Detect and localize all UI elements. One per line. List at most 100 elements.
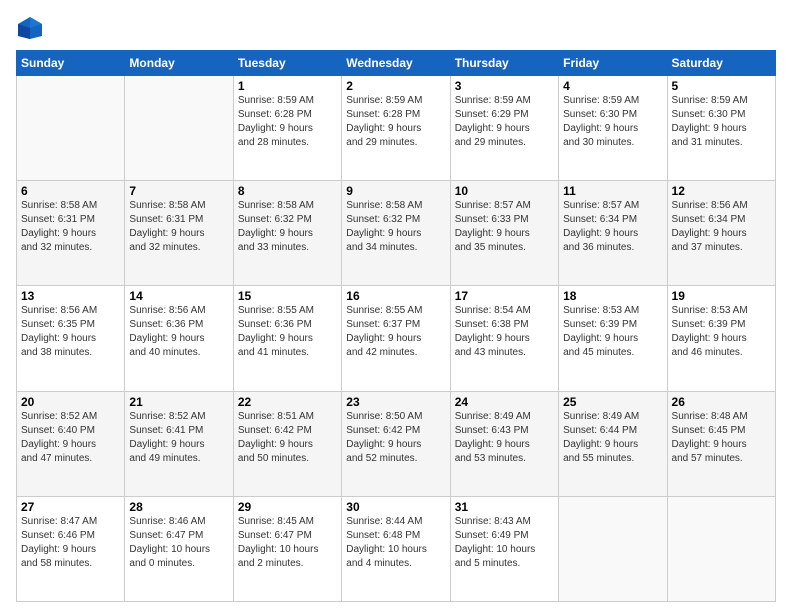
calendar-cell: 15Sunrise: 8:55 AM Sunset: 6:36 PM Dayli…	[233, 286, 341, 391]
day-number: 23	[346, 395, 445, 409]
day-info: Sunrise: 8:59 AM Sunset: 6:28 PM Dayligh…	[346, 94, 445, 150]
calendar-cell: 20Sunrise: 8:52 AM Sunset: 6:40 PM Dayli…	[17, 391, 125, 496]
calendar-cell	[125, 76, 233, 181]
day-number: 9	[346, 184, 445, 198]
calendar-week-3: 20Sunrise: 8:52 AM Sunset: 6:40 PM Dayli…	[17, 391, 776, 496]
day-number: 20	[21, 395, 120, 409]
day-number: 2	[346, 79, 445, 93]
header	[16, 14, 776, 42]
day-number: 19	[672, 289, 771, 303]
day-info: Sunrise: 8:58 AM Sunset: 6:31 PM Dayligh…	[129, 199, 228, 255]
calendar-dow-saturday: Saturday	[667, 51, 775, 76]
calendar-cell: 3Sunrise: 8:59 AM Sunset: 6:29 PM Daylig…	[450, 76, 558, 181]
day-number: 3	[455, 79, 554, 93]
day-info: Sunrise: 8:48 AM Sunset: 6:45 PM Dayligh…	[672, 410, 771, 466]
day-info: Sunrise: 8:53 AM Sunset: 6:39 PM Dayligh…	[563, 304, 662, 360]
day-info: Sunrise: 8:57 AM Sunset: 6:34 PM Dayligh…	[563, 199, 662, 255]
calendar-cell	[559, 496, 667, 601]
day-info: Sunrise: 8:59 AM Sunset: 6:30 PM Dayligh…	[672, 94, 771, 150]
calendar-cell: 13Sunrise: 8:56 AM Sunset: 6:35 PM Dayli…	[17, 286, 125, 391]
calendar-cell: 21Sunrise: 8:52 AM Sunset: 6:41 PM Dayli…	[125, 391, 233, 496]
calendar-cell: 31Sunrise: 8:43 AM Sunset: 6:49 PM Dayli…	[450, 496, 558, 601]
calendar-cell: 16Sunrise: 8:55 AM Sunset: 6:37 PM Dayli…	[342, 286, 450, 391]
day-info: Sunrise: 8:50 AM Sunset: 6:42 PM Dayligh…	[346, 410, 445, 466]
day-info: Sunrise: 8:53 AM Sunset: 6:39 PM Dayligh…	[672, 304, 771, 360]
day-info: Sunrise: 8:45 AM Sunset: 6:47 PM Dayligh…	[238, 515, 337, 571]
calendar-cell: 2Sunrise: 8:59 AM Sunset: 6:28 PM Daylig…	[342, 76, 450, 181]
calendar-cell: 5Sunrise: 8:59 AM Sunset: 6:30 PM Daylig…	[667, 76, 775, 181]
day-number: 22	[238, 395, 337, 409]
day-number: 30	[346, 500, 445, 514]
day-info: Sunrise: 8:44 AM Sunset: 6:48 PM Dayligh…	[346, 515, 445, 571]
day-info: Sunrise: 8:49 AM Sunset: 6:43 PM Dayligh…	[455, 410, 554, 466]
day-number: 24	[455, 395, 554, 409]
calendar-cell: 26Sunrise: 8:48 AM Sunset: 6:45 PM Dayli…	[667, 391, 775, 496]
calendar-dow-thursday: Thursday	[450, 51, 558, 76]
calendar-dow-monday: Monday	[125, 51, 233, 76]
calendar-dow-friday: Friday	[559, 51, 667, 76]
day-number: 1	[238, 79, 337, 93]
calendar-cell: 7Sunrise: 8:58 AM Sunset: 6:31 PM Daylig…	[125, 181, 233, 286]
calendar-cell: 22Sunrise: 8:51 AM Sunset: 6:42 PM Dayli…	[233, 391, 341, 496]
day-number: 12	[672, 184, 771, 198]
day-info: Sunrise: 8:58 AM Sunset: 6:31 PM Dayligh…	[21, 199, 120, 255]
day-number: 25	[563, 395, 662, 409]
day-number: 10	[455, 184, 554, 198]
calendar-dow-tuesday: Tuesday	[233, 51, 341, 76]
day-number: 11	[563, 184, 662, 198]
day-info: Sunrise: 8:54 AM Sunset: 6:38 PM Dayligh…	[455, 304, 554, 360]
day-number: 27	[21, 500, 120, 514]
calendar-cell: 24Sunrise: 8:49 AM Sunset: 6:43 PM Dayli…	[450, 391, 558, 496]
calendar-cell: 28Sunrise: 8:46 AM Sunset: 6:47 PM Dayli…	[125, 496, 233, 601]
calendar-cell: 27Sunrise: 8:47 AM Sunset: 6:46 PM Dayli…	[17, 496, 125, 601]
day-number: 8	[238, 184, 337, 198]
logo	[16, 14, 48, 42]
day-number: 17	[455, 289, 554, 303]
calendar-cell: 10Sunrise: 8:57 AM Sunset: 6:33 PM Dayli…	[450, 181, 558, 286]
calendar-cell: 11Sunrise: 8:57 AM Sunset: 6:34 PM Dayli…	[559, 181, 667, 286]
day-info: Sunrise: 8:56 AM Sunset: 6:34 PM Dayligh…	[672, 199, 771, 255]
day-number: 4	[563, 79, 662, 93]
day-number: 15	[238, 289, 337, 303]
day-info: Sunrise: 8:59 AM Sunset: 6:30 PM Dayligh…	[563, 94, 662, 150]
day-info: Sunrise: 8:56 AM Sunset: 6:36 PM Dayligh…	[129, 304, 228, 360]
calendar-cell: 23Sunrise: 8:50 AM Sunset: 6:42 PM Dayli…	[342, 391, 450, 496]
calendar-week-1: 6Sunrise: 8:58 AM Sunset: 6:31 PM Daylig…	[17, 181, 776, 286]
day-info: Sunrise: 8:55 AM Sunset: 6:37 PM Dayligh…	[346, 304, 445, 360]
day-info: Sunrise: 8:58 AM Sunset: 6:32 PM Dayligh…	[346, 199, 445, 255]
calendar-cell: 6Sunrise: 8:58 AM Sunset: 6:31 PM Daylig…	[17, 181, 125, 286]
logo-icon	[16, 14, 44, 42]
day-number: 7	[129, 184, 228, 198]
day-number: 28	[129, 500, 228, 514]
calendar-cell: 14Sunrise: 8:56 AM Sunset: 6:36 PM Dayli…	[125, 286, 233, 391]
day-number: 26	[672, 395, 771, 409]
page: SundayMondayTuesdayWednesdayThursdayFrid…	[0, 0, 792, 612]
day-info: Sunrise: 8:55 AM Sunset: 6:36 PM Dayligh…	[238, 304, 337, 360]
calendar-cell: 12Sunrise: 8:56 AM Sunset: 6:34 PM Dayli…	[667, 181, 775, 286]
day-number: 16	[346, 289, 445, 303]
calendar-cell: 8Sunrise: 8:58 AM Sunset: 6:32 PM Daylig…	[233, 181, 341, 286]
day-info: Sunrise: 8:51 AM Sunset: 6:42 PM Dayligh…	[238, 410, 337, 466]
calendar-week-0: 1Sunrise: 8:59 AM Sunset: 6:28 PM Daylig…	[17, 76, 776, 181]
calendar-week-4: 27Sunrise: 8:47 AM Sunset: 6:46 PM Dayli…	[17, 496, 776, 601]
calendar-cell	[667, 496, 775, 601]
calendar-table: SundayMondayTuesdayWednesdayThursdayFrid…	[16, 50, 776, 602]
calendar-dow-sunday: Sunday	[17, 51, 125, 76]
calendar-cell: 9Sunrise: 8:58 AM Sunset: 6:32 PM Daylig…	[342, 181, 450, 286]
calendar-cell: 25Sunrise: 8:49 AM Sunset: 6:44 PM Dayli…	[559, 391, 667, 496]
calendar-cell: 19Sunrise: 8:53 AM Sunset: 6:39 PM Dayli…	[667, 286, 775, 391]
day-info: Sunrise: 8:47 AM Sunset: 6:46 PM Dayligh…	[21, 515, 120, 571]
calendar-week-2: 13Sunrise: 8:56 AM Sunset: 6:35 PM Dayli…	[17, 286, 776, 391]
day-info: Sunrise: 8:59 AM Sunset: 6:28 PM Dayligh…	[238, 94, 337, 150]
day-info: Sunrise: 8:59 AM Sunset: 6:29 PM Dayligh…	[455, 94, 554, 150]
day-info: Sunrise: 8:46 AM Sunset: 6:47 PM Dayligh…	[129, 515, 228, 571]
day-number: 14	[129, 289, 228, 303]
day-info: Sunrise: 8:49 AM Sunset: 6:44 PM Dayligh…	[563, 410, 662, 466]
calendar-cell: 17Sunrise: 8:54 AM Sunset: 6:38 PM Dayli…	[450, 286, 558, 391]
calendar-cell: 18Sunrise: 8:53 AM Sunset: 6:39 PM Dayli…	[559, 286, 667, 391]
day-info: Sunrise: 8:57 AM Sunset: 6:33 PM Dayligh…	[455, 199, 554, 255]
calendar-cell: 4Sunrise: 8:59 AM Sunset: 6:30 PM Daylig…	[559, 76, 667, 181]
day-number: 31	[455, 500, 554, 514]
day-info: Sunrise: 8:56 AM Sunset: 6:35 PM Dayligh…	[21, 304, 120, 360]
day-info: Sunrise: 8:52 AM Sunset: 6:41 PM Dayligh…	[129, 410, 228, 466]
